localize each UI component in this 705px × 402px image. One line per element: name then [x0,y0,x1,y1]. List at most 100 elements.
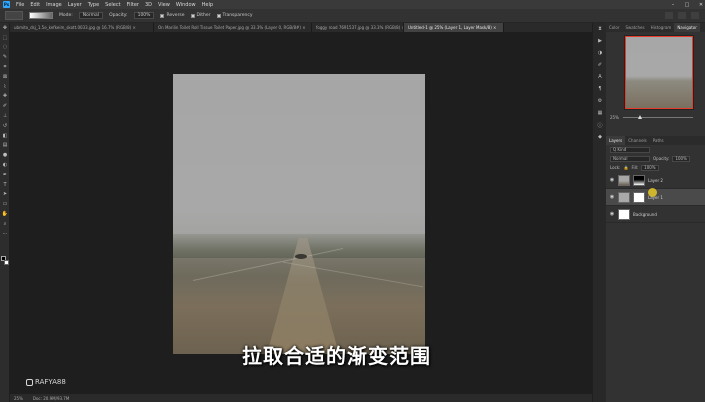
move-tool-icon[interactable]: ✥ [0,23,10,33]
dither-checkbox[interactable]: Dither [190,13,211,18]
layer-filter-select[interactable]: Q Kind [610,146,650,153]
tab-color[interactable]: Color [606,23,622,32]
tab-paths[interactable]: Paths [650,136,667,145]
eraser-tool-icon[interactable]: ◧ [0,131,10,141]
tab-document-active[interactable]: Untitled-1 @ 25% (Layer 1, Layer Mask/8)… [404,23,504,32]
opacity-input[interactable]: 100% [133,12,155,19]
tab-document-3[interactable]: foggy road 7691537.jpg @ 33.3% (RGB/8) × [312,23,404,32]
menu-item-help[interactable]: Help [202,2,213,8]
layer-mask-thumbnail[interactable] [633,191,645,203]
gradient-tool-icon[interactable]: ▤ [0,141,10,151]
menu-item-select[interactable]: Select [105,2,120,8]
crop-tool-icon[interactable]: ⌗ [0,62,10,72]
libraries-panel-icon[interactable]: ▦ [593,107,607,119]
minimize-button[interactable]: – [669,2,677,8]
slider-knob[interactable] [637,114,642,119]
blur-tool-icon[interactable]: ● [0,150,10,160]
zoom-tool-icon[interactable]: ⌕ [0,219,10,229]
menu-item-edit[interactable]: Edit [30,2,40,8]
instagram-icon [26,378,33,386]
navigator-zoom-value[interactable]: 25% [610,115,619,120]
tool-preset-picker[interactable] [5,11,23,20]
menu-item-window[interactable]: Window [176,2,196,8]
hand-tool-icon[interactable]: ✋ [0,209,10,219]
background-color-swatch[interactable] [4,260,9,265]
layer-thumbnail [618,174,630,186]
more-tools-icon[interactable]: ⋯ [0,229,10,239]
menu-item-3d[interactable]: 3D [145,2,152,8]
tab-layers[interactable]: Layers [606,136,626,145]
shape-tool-icon[interactable]: ▭ [0,199,10,209]
navigator-zoom-slider[interactable] [622,114,693,119]
visibility-eye-icon[interactable]: ◉ [609,177,615,183]
styles-panel-icon[interactable]: ◆ [593,131,607,143]
tab-navigator[interactable]: Navigator [674,23,700,32]
visibility-eye-icon[interactable]: ◉ [609,211,615,217]
fill-input[interactable]: 100% [641,164,659,171]
layer-name[interactable]: Background [633,212,657,217]
tab-channels[interactable]: Channels [625,136,650,145]
character-panel-icon[interactable]: A [593,71,607,83]
tab-document-1[interactable]: ubmito_dsj_1.5e_kefkeim_skott.0033.jpg @… [10,23,154,32]
gradient-picker[interactable] [29,12,53,19]
tab-histogram[interactable]: Histogram [648,23,675,32]
layer-opacity-input[interactable]: 100% [672,155,690,162]
blend-mode-select[interactable]: Normal [610,155,650,162]
workspace-icon[interactable] [678,12,686,19]
navigator-view-box[interactable] [625,36,693,109]
healing-tool-icon[interactable]: ✚ [0,92,10,102]
layer-opacity-label: Opacity: [653,156,670,161]
transparency-checkbox[interactable]: Transparency [216,13,253,18]
navigator-tabs: Color Swatches Histogram Navigator [606,23,705,32]
path-select-tool-icon[interactable]: ➤ [0,190,10,200]
options-bar: Mode: Normal Opacity: 100% Reverse Dithe… [0,9,705,23]
mode-select[interactable]: Normal [78,12,104,19]
lock-icon[interactable]: 🔒 [623,165,628,170]
maximize-button[interactable]: □ [683,2,691,8]
history-panel-icon[interactable]: ⧗ [593,23,607,35]
reverse-checkbox[interactable]: Reverse [160,13,185,18]
search-icon[interactable] [665,12,673,19]
layer-row-background[interactable]: ◉ Background [606,206,705,223]
frame-tool-icon[interactable]: ⊠ [0,72,10,82]
tab-document-2[interactable]: On Marilin Toilet Roll Tissue Toilet Pap… [154,23,312,32]
menu-item-filter[interactable]: Filter [127,2,139,8]
fog-sky [173,74,425,244]
close-button[interactable]: ✕ [697,2,705,8]
quick-select-tool-icon[interactable]: ✎ [0,52,10,62]
menu-item-view[interactable]: View [158,2,170,8]
layer-mask-thumbnail[interactable] [633,174,645,186]
stamp-tool-icon[interactable]: ⊥ [0,111,10,121]
tab-swatches[interactable]: Swatches [622,23,647,32]
menu-item-layer[interactable]: Layer [68,2,82,8]
actions-panel-icon[interactable]: ▶ [593,35,607,47]
navigator-preview[interactable] [624,35,694,110]
navigator-zoom-row: 25% [606,112,705,122]
adjustments-panel-icon[interactable]: ◑ [593,47,607,59]
menu-item-file[interactable]: File [16,2,24,8]
info-panel-icon[interactable]: ⓘ [593,119,607,131]
menu-item-type[interactable]: Type [88,2,99,8]
status-zoom[interactable]: 25% [14,396,23,401]
properties-panel-icon[interactable]: ⚙ [593,95,607,107]
brush-tool-icon[interactable]: ✐ [0,101,10,111]
history-brush-tool-icon[interactable]: ↺ [0,121,10,131]
options-right-controls [665,12,699,19]
share-icon[interactable] [691,12,699,19]
marquee-tool-icon[interactable]: ⬚ [0,33,10,43]
brush-panel-icon[interactable]: ✐ [593,59,607,71]
dodge-tool-icon[interactable]: ◐ [0,160,10,170]
document-canvas[interactable] [173,74,425,354]
paragraph-panel-icon[interactable]: ¶ [593,83,607,95]
pen-tool-icon[interactable]: ✒ [0,170,10,180]
lasso-tool-icon[interactable]: ◌ [0,43,10,53]
color-picker[interactable] [1,256,9,266]
layer-row-2[interactable]: ◉ Layer 2 [606,172,705,189]
lock-row: Lock: 🔒 Fill: 100% [606,163,705,172]
menu-item-image[interactable]: Image [46,2,62,8]
type-tool-icon[interactable]: T [0,180,10,190]
layer-thumbnail [618,191,630,203]
layer-name[interactable]: Layer 2 [648,178,663,183]
eyedropper-tool-icon[interactable]: ⌇ [0,82,10,92]
visibility-eye-icon[interactable]: ◉ [609,194,615,200]
